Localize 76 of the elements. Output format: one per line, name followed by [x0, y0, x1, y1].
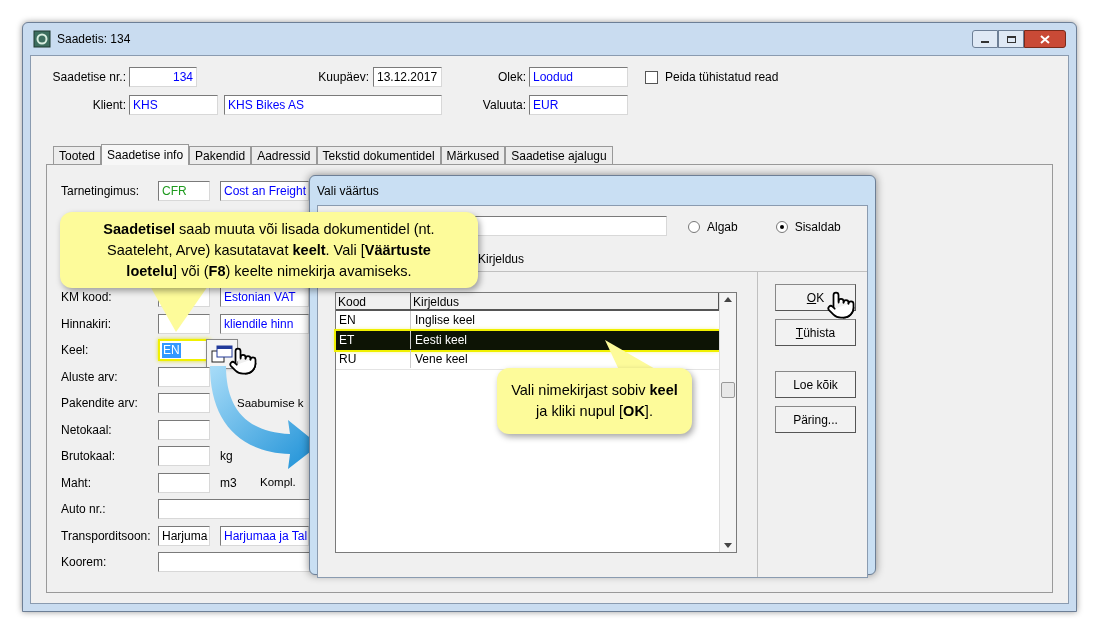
hand-cursor-icon: [228, 346, 258, 376]
field-label: Klient:: [91, 97, 126, 114]
search-field[interactable]: [475, 216, 667, 236]
input-field[interactable]: Loodud: [529, 67, 628, 87]
field-label: Transporditsoon:: [61, 527, 152, 545]
maximize-button[interactable]: [998, 30, 1024, 48]
tab[interactable]: Märkused: [440, 146, 506, 164]
unit-label: kg: [220, 448, 234, 466]
field-label: Saabumise k: [237, 395, 304, 411]
input-field[interactable]: [158, 366, 210, 387]
window-title: Saadetis: 134: [57, 31, 131, 48]
input-field[interactable]: Harjuma: [158, 525, 210, 546]
tab[interactable]: Aadressid: [251, 146, 317, 164]
unit-label: m3: [220, 474, 238, 492]
field-label: Netokaal:: [61, 421, 113, 439]
scroll-down-icon[interactable]: [724, 543, 732, 548]
field-label: Valuuta:: [481, 97, 526, 114]
tab[interactable]: Saadetise info: [101, 144, 190, 165]
field-label: Hinnakiri:: [61, 315, 112, 333]
field-label: Kuupäev:: [317, 69, 369, 86]
field-label: Pakendite arv:: [61, 395, 139, 413]
radio-button[interactable]: [688, 221, 700, 233]
input-field[interactable]: KHS: [129, 95, 218, 115]
input-field[interactable]: CFR: [158, 181, 210, 202]
field-label: Keel:: [61, 342, 90, 360]
dialog-button[interactable]: Päring...: [775, 406, 856, 433]
input-field[interactable]: 134: [129, 67, 197, 87]
callout-pointer: [150, 286, 208, 332]
input-field[interactable]: Estonian VAT: [220, 287, 309, 308]
scroll-up-icon[interactable]: [724, 297, 732, 302]
input-field[interactable]: [158, 472, 210, 493]
field-label: KM kood:: [61, 289, 113, 307]
field-label: Kirjeldus: [478, 251, 525, 268]
tab[interactable]: Saadetise ajalugu: [505, 146, 613, 164]
table-cell-text: Inglise keel: [414, 312, 477, 330]
hand-cursor-icon: [826, 290, 856, 320]
field-label: Aluste arv:: [61, 368, 119, 386]
tab[interactable]: Pakendid: [189, 146, 252, 164]
input-field[interactable]: [158, 393, 210, 414]
dialog-button[interactable]: Loe kõik: [775, 371, 856, 398]
app-icon: [33, 30, 51, 48]
radio-label: Sisaldab: [794, 219, 841, 236]
close-icon: [1040, 34, 1050, 44]
table-cell: ET: [336, 331, 411, 350]
field-label: Peida tühistatud read: [665, 69, 779, 86]
input-field[interactable]: kliendile hinn: [220, 313, 309, 334]
field-label: Kompl.: [260, 475, 296, 491]
field-label: Olek:: [497, 69, 526, 86]
field-label: Auto nr.:: [61, 501, 107, 519]
dialog-title: Vali väärtus: [317, 182, 379, 200]
table-cell-text: Vene keel: [414, 351, 469, 369]
close-button[interactable]: [1024, 30, 1066, 48]
dialog-button[interactable]: Tühista: [775, 319, 856, 346]
table-cell-text: Eesti keel: [414, 332, 469, 350]
field-label: Maht:: [61, 474, 92, 492]
minimize-button[interactable]: [972, 30, 998, 48]
input-field[interactable]: KHS Bikes AS: [224, 95, 442, 115]
input-field[interactable]: EUR: [529, 95, 628, 115]
radio-button[interactable]: [775, 221, 788, 233]
input-field[interactable]: [158, 419, 210, 440]
list-row[interactable]: ET Eesti keel: [336, 330, 720, 350]
checkbox[interactable]: [645, 70, 658, 84]
tab[interactable]: Tekstid dokumentidel: [316, 146, 441, 164]
scroll-thumb[interactable]: [721, 382, 735, 398]
field-label: Koorem:: [61, 554, 108, 572]
field-label: Saadetise nr.:: [51, 69, 126, 86]
radio-label: Algab: [707, 219, 738, 236]
input-field[interactable]: 13.12.2017: [373, 67, 442, 87]
column-header[interactable]: Kood: [336, 293, 411, 309]
field-label: Brutokaal:: [61, 448, 117, 466]
tab[interactable]: Tooted: [53, 146, 102, 164]
input-field[interactable]: [158, 446, 210, 467]
input-field[interactable]: Cost an Freight: [220, 181, 309, 202]
table-cell: RU: [336, 350, 411, 369]
scrollbar[interactable]: [719, 293, 736, 552]
field-label: Tarnetingimus:: [61, 183, 141, 201]
